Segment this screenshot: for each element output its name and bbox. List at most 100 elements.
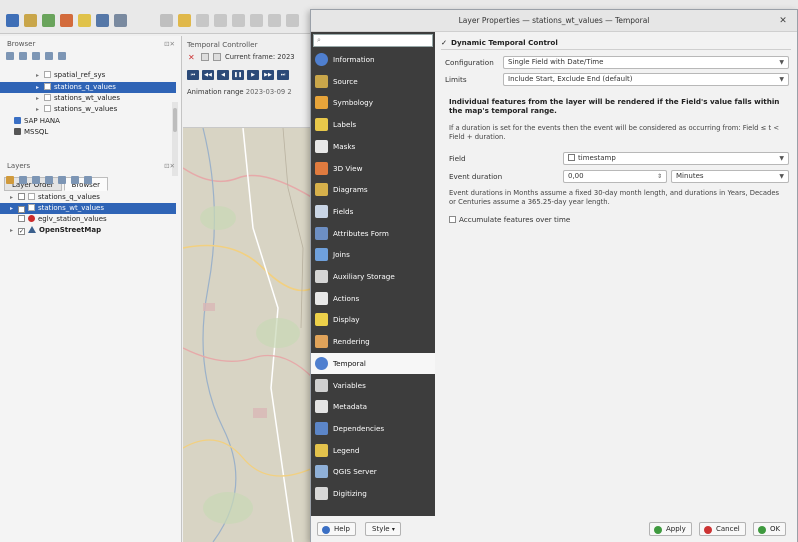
expand-arrow-icon[interactable]: ▸ [10, 203, 18, 214]
toolbar-delete-icon[interactable] [286, 14, 299, 27]
browser-item[interactable]: SAP HANA [0, 116, 176, 127]
sidebar-item-dependencies[interactable]: Dependencies [311, 418, 435, 440]
browser-item[interactable]: ▸ spatial_ref_sys [0, 70, 176, 81]
browser-item[interactable]: MSSQL [0, 127, 176, 138]
duration-unit-dropdown[interactable]: Minutes ▼ [671, 170, 789, 183]
properties-icon[interactable] [58, 52, 66, 60]
layer-item[interactable]: eglv_station_values [0, 214, 176, 225]
sidebar-item-qgis-server[interactable]: QGIS Server [311, 461, 435, 483]
expand-arrow-icon[interactable]: ▸ [10, 225, 18, 236]
apply-button[interactable]: Apply [649, 522, 692, 536]
expand-all-icon[interactable] [58, 176, 66, 184]
frame-toggle-icon[interactable] [213, 53, 221, 61]
play-back-icon[interactable]: ◀ [217, 70, 229, 80]
toolbar-merge-icon[interactable] [250, 14, 263, 27]
add-selected-icon[interactable] [19, 52, 27, 60]
style-button[interactable]: Style ▾ [365, 522, 401, 536]
sidebar-item-actions[interactable]: Actions [311, 288, 435, 310]
accumulate-features-option[interactable]: Accumulate features over time [449, 215, 570, 224]
toolbar-table-icon[interactable] [96, 14, 109, 27]
pause-icon[interactable]: ❚❚ [232, 70, 244, 80]
browser-item[interactable]: ▸ stations_w_values [0, 104, 176, 115]
sidebar-item-diagrams[interactable]: Diagrams [311, 179, 435, 201]
skip-end-icon[interactable]: ⏭ [277, 70, 289, 80]
step-back-icon[interactable]: ◀◀ [202, 70, 214, 80]
toolbar-digitize-icon[interactable] [178, 14, 191, 27]
layer-item[interactable]: ▸ stations_q_values [0, 192, 176, 203]
toolbar-rotate-icon[interactable] [268, 14, 281, 27]
add-group-icon[interactable] [19, 176, 27, 184]
event-duration-input[interactable]: 0,00 ⇕ [563, 170, 667, 183]
toolbar-split-icon[interactable] [232, 14, 245, 27]
sidebar-item-labels[interactable]: Labels [311, 114, 435, 136]
cancel-button[interactable]: Cancel [699, 522, 746, 536]
toolbar-add-icon[interactable] [24, 14, 37, 27]
toolbar-move-icon[interactable] [214, 14, 227, 27]
accumulate-checkbox[interactable] [449, 216, 456, 223]
spinbox-arrows-icon[interactable]: ⇕ [657, 171, 662, 182]
sidebar-item-3d-view[interactable]: 3D View [311, 158, 435, 180]
close-red-icon[interactable]: ✕ [188, 53, 195, 62]
layer-item[interactable]: ▸ ✓ stations_wt_values [0, 203, 176, 214]
sidebar-item-metadata[interactable]: Metadata [311, 396, 435, 418]
browser-float-close[interactable]: ⊡✕ [164, 40, 175, 48]
checkmark-icon[interactable]: ✓ [441, 38, 447, 47]
expand-arrow-icon[interactable]: ▸ [36, 93, 44, 104]
close-icon[interactable]: ✕ [777, 15, 789, 27]
layer-visibility-checkbox[interactable]: ✓ [18, 206, 25, 213]
step-forward-icon[interactable]: ▶▶ [262, 70, 274, 80]
toolbar-select-icon[interactable] [78, 14, 91, 27]
sidebar-item-information[interactable]: Information [311, 49, 435, 71]
visibility-icon[interactable] [32, 176, 40, 184]
play-icon[interactable]: ▶ [247, 70, 259, 80]
toolbar-grid-icon[interactable] [114, 14, 127, 27]
sidebar-item-source[interactable]: Source [311, 71, 435, 93]
map-canvas[interactable] [183, 128, 313, 542]
sidebar-item-joins[interactable]: Joins [311, 244, 435, 266]
collapse-all-icon[interactable] [71, 176, 79, 184]
layer-visibility-checkbox[interactable] [18, 215, 25, 222]
sidebar-item-legend[interactable]: Legend [311, 440, 435, 462]
refresh-icon[interactable] [6, 52, 14, 60]
sidebar-item-temporal[interactable]: Temporal [311, 352, 435, 375]
sidebar-item-fields[interactable]: Fields [311, 201, 435, 223]
expand-arrow-icon[interactable]: ▸ [36, 82, 44, 93]
scrollbar-thumb[interactable] [173, 108, 177, 132]
remove-layer-icon[interactable] [84, 176, 92, 184]
expand-arrow-icon[interactable]: ▸ [36, 104, 44, 115]
browser-item[interactable]: ▸ stations_q_values [0, 82, 176, 93]
layer-visibility-checkbox[interactable]: ✓ [18, 228, 25, 235]
toolbar-pencil-icon[interactable] [160, 14, 173, 27]
layer-item[interactable]: ▸ ✓ OpenStreetMap [0, 225, 176, 236]
toolbar-node-icon[interactable] [196, 14, 209, 27]
collapse-icon[interactable] [45, 52, 53, 60]
expand-arrow-icon[interactable]: ▸ [10, 192, 18, 203]
layers-float-close[interactable]: ⊡✕ [164, 162, 175, 170]
limits-dropdown[interactable]: Include Start, Exclude End (default) ▼ [503, 73, 789, 86]
sidebar-item-symbology[interactable]: Symbology [311, 92, 435, 114]
configuration-dropdown[interactable]: Single Field with Date/Time ▼ [503, 56, 789, 69]
expand-arrow-icon[interactable]: ▸ [36, 70, 44, 81]
ok-button[interactable]: OK [753, 522, 787, 536]
sidebar-item-rendering[interactable]: Rendering [311, 331, 435, 353]
style-icon[interactable] [6, 176, 14, 184]
help-button[interactable]: Help [317, 522, 356, 536]
sidebar-item-masks[interactable]: Masks [311, 136, 435, 158]
sidebar-item-variables[interactable]: Variables [311, 375, 435, 397]
sidebar-item-attributes-form[interactable]: Attributes Form [311, 223, 435, 245]
settings-icon[interactable] [201, 53, 209, 61]
toolbar-layers-icon[interactable] [6, 14, 19, 27]
toolbar-vector-icon[interactable] [42, 14, 55, 27]
dynamic-temporal-control-toggle[interactable]: ✓ Dynamic Temporal Control [441, 38, 558, 47]
toolbar-edit-icon[interactable] [60, 14, 73, 27]
filter-legend-icon[interactable] [45, 176, 53, 184]
filter-icon[interactable] [32, 52, 40, 60]
browser-item[interactable]: ▸ stations_wt_values [0, 93, 176, 104]
sidebar-item-display[interactable]: Display [311, 309, 435, 331]
sidebar-item-digitizing[interactable]: Digitizing [311, 483, 435, 505]
section-search-input[interactable]: ⌕ [313, 34, 433, 47]
layer-visibility-checkbox[interactable] [18, 193, 25, 200]
sidebar-item-auxiliary-storage[interactable]: Auxiliary Storage [311, 266, 435, 288]
field-dropdown[interactable]: timestamp ▼ [563, 152, 789, 165]
skip-start-icon[interactable]: ⏮ [187, 70, 199, 80]
